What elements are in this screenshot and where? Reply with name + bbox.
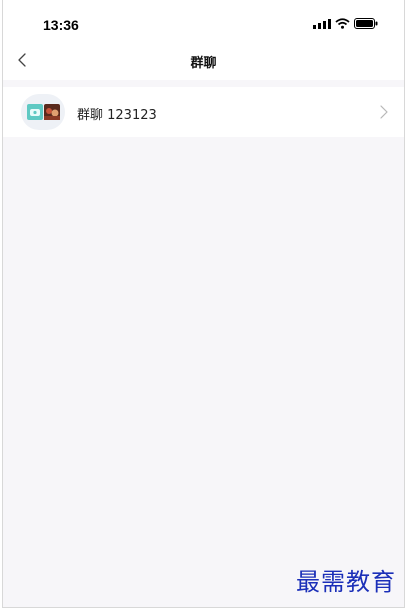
chevron-right-icon — [380, 105, 388, 119]
status-time: 13:36 — [43, 17, 79, 33]
status-icons — [313, 18, 378, 29]
signal-icon — [313, 18, 331, 29]
group-list: 群聊 123123 — [3, 87, 404, 137]
status-bar: 13:36 — [3, 0, 404, 40]
wifi-icon — [335, 18, 350, 29]
phone-screen: 13:36 群聊 群聊 123123 最需教育 — [2, 0, 405, 608]
group-avatar — [21, 94, 65, 130]
battery-icon — [354, 18, 378, 29]
member-avatar-icon — [44, 104, 60, 120]
member-avatar-icon — [27, 104, 43, 120]
group-name: 群聊 123123 — [77, 108, 157, 123]
watermark: 最需教育 — [296, 568, 396, 596]
nav-bar: 群聊 — [3, 40, 404, 80]
page-title: 群聊 — [190, 56, 217, 71]
